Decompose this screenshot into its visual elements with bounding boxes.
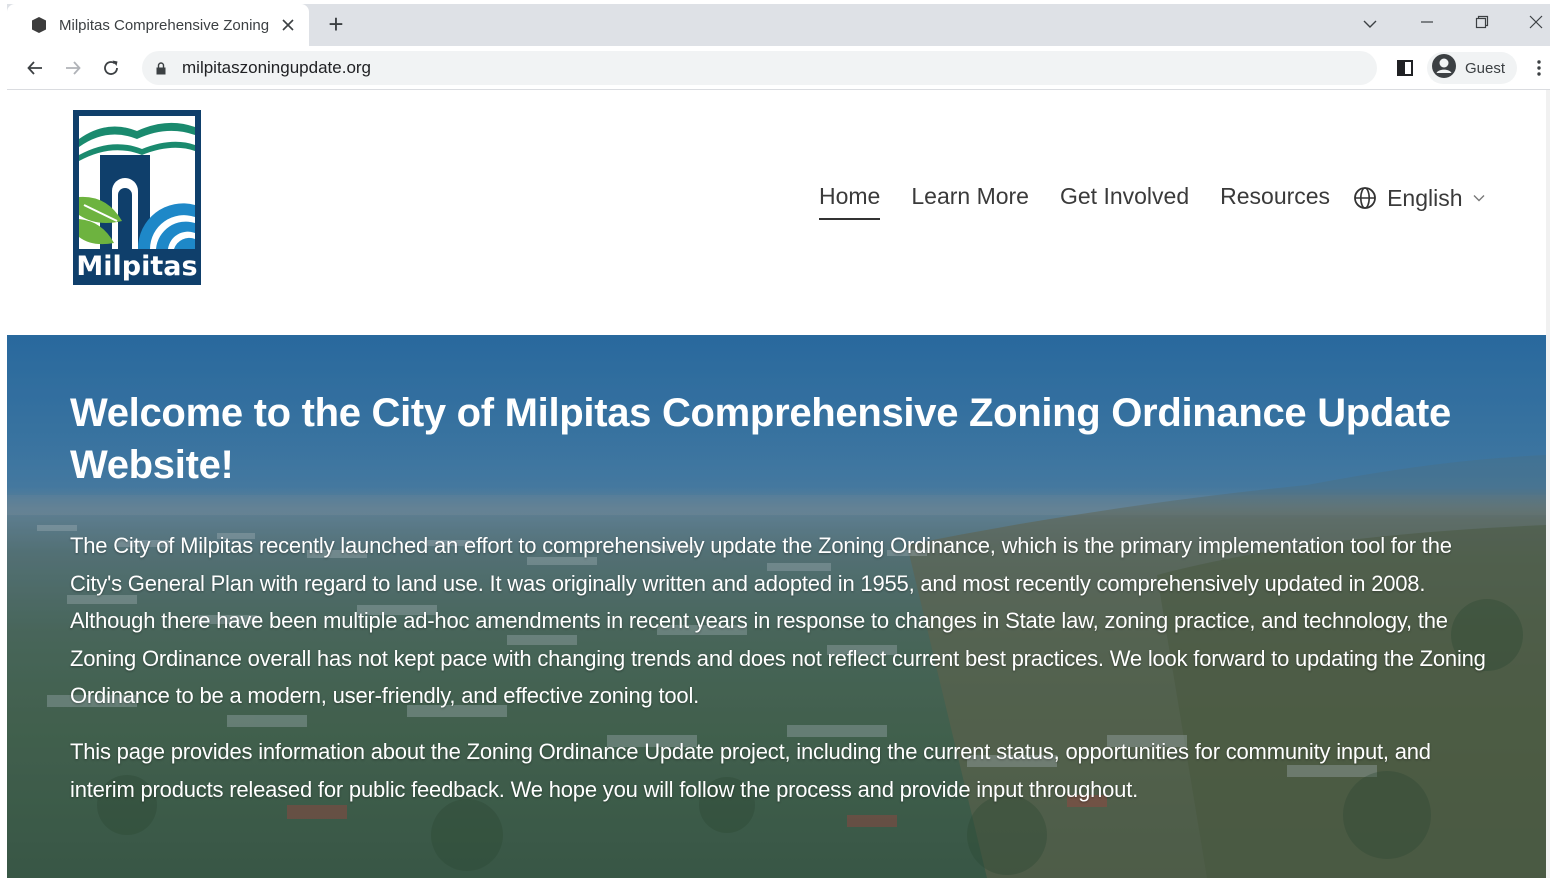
account-circle-icon: [1431, 53, 1457, 84]
restore-icon[interactable]: [1467, 10, 1497, 38]
globe-icon: [1353, 186, 1377, 210]
tab-close-icon[interactable]: [277, 14, 299, 36]
milpitas-logo[interactable]: Milpitas: [72, 109, 202, 286]
language-label: English: [1387, 184, 1463, 211]
browser-toolbar: milpitaszoningupdate.org Guest: [7, 46, 1550, 90]
reload-icon[interactable]: [97, 54, 125, 82]
lock-icon: [156, 61, 170, 75]
site-header: Milpitas Home Learn More Get Involved Re…: [7, 90, 1550, 335]
minimize-icon[interactable]: [1412, 10, 1442, 38]
url-text: milpitaszoningupdate.org: [182, 58, 372, 77]
profile-button[interactable]: Guest: [1427, 52, 1517, 84]
new-tab-button[interactable]: +: [323, 11, 349, 38]
close-window-icon[interactable]: [1521, 10, 1550, 38]
hero-title: Welcome to the City of Milpitas Comprehe…: [70, 391, 1451, 487]
browser-tab[interactable]: Milpitas Comprehensive Zoning: [7, 4, 309, 46]
tab-search-chevron-icon[interactable]: [1355, 10, 1385, 38]
site-favicon-icon: [29, 15, 49, 35]
tab-strip: Milpitas Comprehensive Zoning +: [7, 4, 1550, 46]
more-options-icon[interactable]: [1529, 54, 1549, 82]
side-panel-icon[interactable]: [1393, 56, 1417, 80]
forward-arrow-icon[interactable]: [59, 54, 87, 82]
hero-banner: Welcome to the City of Milpitas Comprehe…: [7, 335, 1546, 878]
nav-learn-more[interactable]: Learn More: [911, 183, 1029, 214]
main-nav: Home Learn More Get Involved Resources E…: [819, 180, 1487, 220]
chevron-down-icon: [1473, 191, 1487, 205]
nav-home[interactable]: Home: [819, 183, 881, 220]
page-scrollbar[interactable]: [1546, 90, 1550, 878]
nav-resources[interactable]: Resources: [1220, 183, 1330, 214]
back-arrow-icon[interactable]: [21, 54, 49, 82]
nav-get-involved[interactable]: Get Involved: [1060, 183, 1189, 214]
hero-intro-paragraph: The City of Milpitas recently launched a…: [70, 533, 1486, 708]
language-selector[interactable]: English: [1353, 185, 1486, 212]
hero-info-paragraph: This page provides information about the…: [70, 739, 1431, 802]
logo-text: Milpitas: [76, 251, 198, 282]
address-bar[interactable]: milpitaszoningupdate.org: [142, 51, 1377, 85]
tab-title: Milpitas Comprehensive Zoning: [59, 16, 269, 34]
profile-label: Guest: [1465, 59, 1506, 77]
